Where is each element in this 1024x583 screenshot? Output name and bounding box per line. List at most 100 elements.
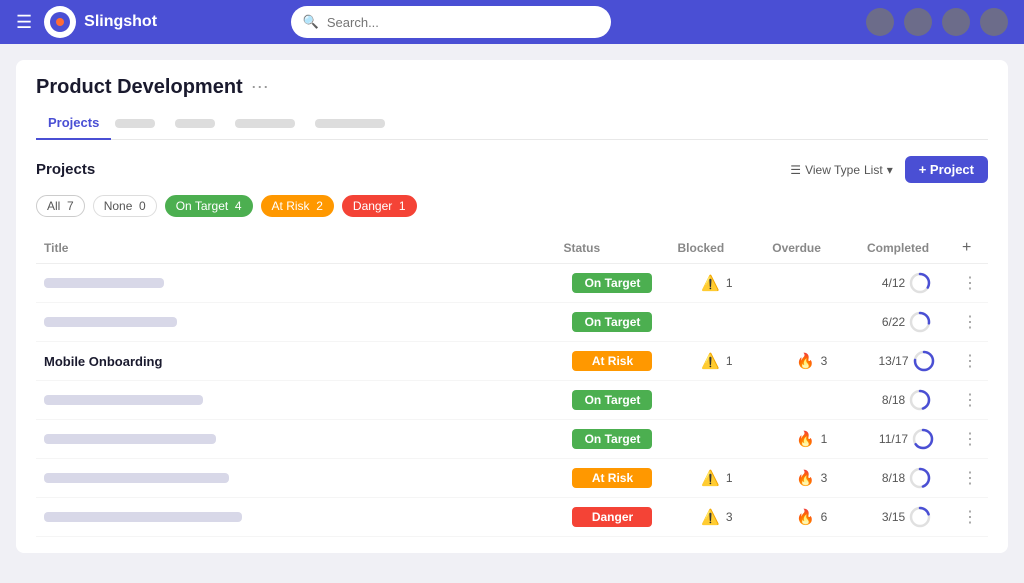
row-menu-button[interactable]: ⋮ [962,353,980,370]
filter-on-target[interactable]: On Target 4 [165,195,253,217]
row-menu-button[interactable]: ⋮ [962,509,980,526]
view-type-label: View Type [805,163,860,177]
page-tabs: Projects [36,107,988,140]
completion-text: 11/17 [879,432,908,446]
status-badge: At Risk [572,351,652,371]
progress-circle [913,350,935,372]
table-row: Danger ⚠️ 3 🔥 6 3/15 ⋮ [36,498,988,537]
row-title-placeholder [44,317,177,327]
completed-cell: 8/18 [867,467,946,489]
completed-cell: 3/15 [867,506,946,528]
table-row: On Target 6/22 ⋮ [36,303,988,342]
blocked-count: 1 [726,276,733,290]
logo-text: Slingshot [84,13,157,31]
search-bar[interactable]: 🔍 [291,6,611,38]
completed-cell: 8/18 [867,389,946,411]
chevron-down-icon: ▾ [887,163,893,177]
col-header-blocked: Blocked [669,233,764,264]
tab-placeholders [115,109,385,138]
filter-at-risk[interactable]: At Risk 2 [261,195,334,217]
row-menu-button[interactable]: ⋮ [962,392,980,409]
row-title-text: Mobile Onboarding [44,354,162,369]
col-header-add[interactable]: + [954,233,988,264]
overdue-cell: 🔥3 [772,352,851,370]
row-menu-button[interactable]: ⋮ [962,275,980,292]
view-type-button[interactable]: ☰ View Type List ▾ [790,163,892,177]
progress-circle [909,389,931,411]
filter-danger[interactable]: Danger 1 [342,195,417,217]
menu-icon[interactable]: ☰ [16,12,32,33]
logo: Slingshot [44,6,157,38]
add-project-button[interactable]: + Project [905,156,988,183]
row-title-placeholder [44,512,242,522]
fire-icon: 🔥 [796,508,815,526]
progress-circle [909,272,931,294]
blocked-count: 3 [726,510,733,524]
overdue-count: 3 [821,354,828,368]
navbar: ☰ Slingshot 🔍 [0,0,1024,44]
nav-avatar-2[interactable] [904,8,932,36]
fire-icon: 🔥 [796,352,815,370]
page-title-menu[interactable]: ⋯ [251,77,269,98]
progress-circle [909,506,931,528]
nav-avatar-4[interactable] [980,8,1008,36]
section-actions: ☰ View Type List ▾ + Project [790,156,988,183]
search-input[interactable] [327,15,599,30]
row-menu-button[interactable]: ⋮ [962,314,980,331]
progress-circle [909,467,931,489]
fire-icon: 🔥 [796,469,815,487]
completion-text: 4/12 [882,276,905,290]
tab-ph-1 [115,119,155,128]
page-title: Product Development [36,76,243,99]
tab-projects[interactable]: Projects [36,107,111,140]
blocked-count: 1 [726,354,733,368]
filter-all[interactable]: All 7 [36,195,85,217]
projects-section: Projects ☰ View Type List ▾ + Project Al… [16,140,1008,553]
page-header: Product Development ⋯ Projects [16,60,1008,140]
table-row: On Target 8/18 ⋮ [36,381,988,420]
row-menu-button[interactable]: ⋮ [962,431,980,448]
section-title: Projects [36,161,95,178]
nav-actions [866,8,1008,36]
completed-cell: 4/12 [867,272,946,294]
table-row: On Target🔥1 11/17 ⋮ [36,420,988,459]
blocked-cell: ⚠️ 3 [677,508,756,526]
col-header-status: Status [556,233,670,264]
table-row: On Target⚠️1 4/12 ⋮ [36,264,988,303]
tab-ph-2 [175,119,215,128]
completion-text: 3/15 [882,510,905,524]
blocked-cell: ⚠️1 [677,469,756,487]
progress-circle [912,428,934,450]
filter-none[interactable]: None 0 [93,195,157,217]
page-title-row: Product Development ⋯ [36,76,988,99]
row-title-placeholder [44,434,216,444]
overdue-cell: 🔥3 [772,469,851,487]
progress-circle [909,311,931,333]
col-header-completed: Completed [859,233,954,264]
nav-avatar-3[interactable] [942,8,970,36]
overdue-count: 3 [821,471,828,485]
status-badge: At Risk [572,468,652,488]
list-icon: ☰ [790,163,801,177]
fire-icon: 🔥 [796,430,815,448]
completed-cell: 13/17 [867,350,946,372]
col-header-title: Title [36,233,556,264]
status-badge: On Target [572,312,652,332]
logo-icon [44,6,76,38]
completion-text: 8/18 [882,393,905,407]
status-badge: On Target [572,429,652,449]
blocked-cell: ⚠️1 [677,352,756,370]
overdue-count: 6 [821,510,828,524]
overdue-cell: 🔥1 [772,430,851,448]
page-card: Product Development ⋯ Projects Projects [16,60,1008,553]
row-title-placeholder [44,473,229,483]
warning-icon: ⚠️ [701,508,720,526]
row-menu-button[interactable]: ⋮ [962,470,980,487]
search-icon: 🔍 [303,14,319,30]
table-row: At Risk⚠️1🔥3 8/18 ⋮ [36,459,988,498]
status-badge: Danger [572,507,652,527]
nav-avatar-1[interactable] [866,8,894,36]
filter-row: All 7 None 0 On Target 4 At Risk 2 Dange… [36,195,988,217]
overdue-count: 1 [821,432,828,446]
warning-icon: ⚠️ [701,274,720,292]
